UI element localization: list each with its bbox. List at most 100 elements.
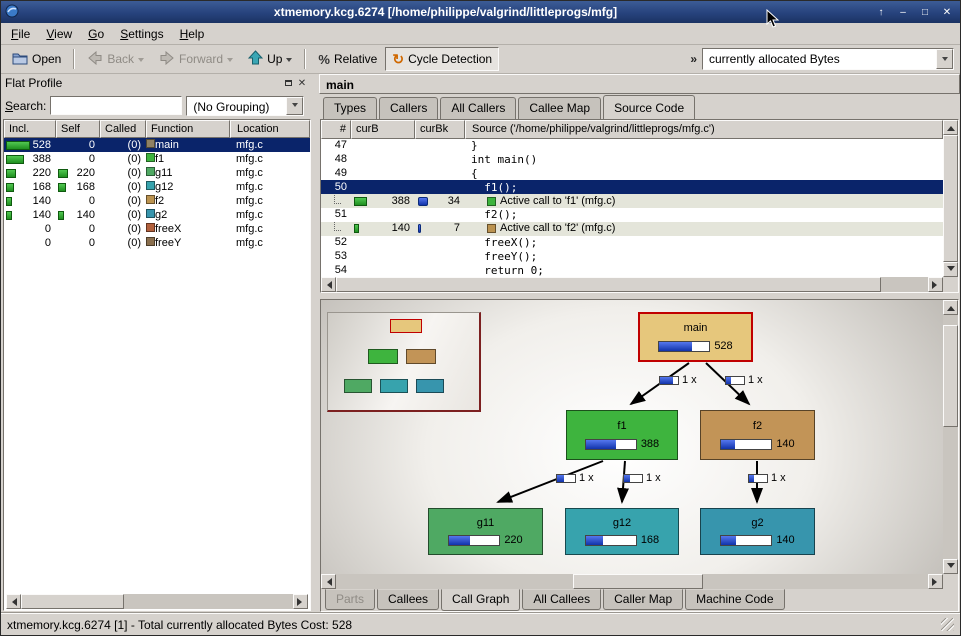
scroll-right-button[interactable] [928,574,943,589]
horizontal-scrollbar[interactable] [6,594,308,609]
column-header-self[interactable]: Self [56,120,100,138]
open-button[interactable]: Open [5,47,68,71]
tab-all-callees[interactable]: All Callees [522,589,601,610]
table-row[interactable]: 388 0 (0) f1 mfg.c [4,152,310,166]
scroll-left-button[interactable] [321,574,336,589]
column-header-line[interactable]: # [321,120,351,139]
grouping-combobox[interactable]: (No Grouping) [186,96,304,116]
vertical-scrollbar[interactable] [943,120,958,277]
shade-button[interactable]: ↑ [872,4,890,20]
graph-node-f2[interactable]: f2 140 [700,410,815,460]
toolbar-overflow-button[interactable]: » [686,52,701,66]
tab-callers[interactable]: Callers [379,97,438,119]
forward-dropdown-icon[interactable] [227,58,233,65]
scroll-down-button[interactable] [943,262,958,277]
tab-parts[interactable]: Parts [325,589,375,610]
event-type-combobox[interactable]: currently allocated Bytes [702,48,954,70]
resize-grip[interactable] [941,618,954,631]
horizontal-scrollbar[interactable] [321,277,958,292]
column-header-called[interactable]: Called [100,120,146,138]
scroll-track[interactable] [943,135,958,262]
table-row[interactable]: 220 220 (0) g11 mfg.c [4,166,310,180]
scroll-track[interactable] [336,277,928,292]
tab-source-code[interactable]: Source Code [603,95,695,119]
graph-node-g12[interactable]: g12 168 [565,508,679,555]
minimize-button[interactable]: – [894,4,912,20]
forward-button[interactable]: Forward [152,47,240,71]
graph-node-main[interactable]: main 528 [638,312,753,362]
menu-settings[interactable]: Settings [112,24,171,44]
call-graph-canvas[interactable]: main 528 f1 388 f2 140 g11 [321,300,943,574]
table-row[interactable]: 140 0 (0) f2 mfg.c [4,194,310,208]
maximize-button[interactable]: □ [916,4,934,20]
scroll-up-button[interactable] [943,120,958,135]
relative-toggle-button[interactable]: % Relative [311,47,384,71]
source-line[interactable]: 54 return 0; [321,263,943,277]
table-row[interactable]: 528 0 (0) main mfg.c [4,138,310,152]
back-button[interactable]: Back [80,47,151,71]
scroll-up-button[interactable] [943,300,958,315]
close-button[interactable]: ✕ [938,4,956,20]
table-row[interactable]: 0 0 (0) freeX mfg.c [4,222,310,236]
source-line[interactable]: 52 freeX(); [321,236,943,250]
scroll-thumb[interactable] [21,594,124,609]
scroll-right-button[interactable] [928,277,943,292]
column-header-source[interactable]: Source ('/home/philippe/valgrind/littlep… [465,120,943,139]
tab-call-graph[interactable]: Call Graph [441,589,520,611]
graph-node-f1[interactable]: f1 388 [566,410,678,460]
table-row[interactable]: 140 140 (0) g2 mfg.c [4,208,310,222]
column-header-location[interactable]: Location [230,120,310,138]
scroll-left-button[interactable] [321,277,336,292]
tab-callee-map[interactable]: Callee Map [518,97,601,119]
up-button[interactable]: Up [241,47,299,71]
column-header-curB[interactable]: curB [351,120,415,139]
graph-overview-map[interactable] [327,312,481,412]
scroll-track[interactable] [943,315,958,559]
tab-types[interactable]: Types [323,97,377,119]
table-row[interactable]: 168 168 (0) g12 mfg.c [4,180,310,194]
scroll-left-button[interactable] [6,594,21,609]
dock-close-button[interactable]: ✕ [295,77,309,90]
node-label: g12 [613,517,631,529]
scroll-track[interactable] [21,594,293,609]
scroll-thumb[interactable] [573,574,703,589]
scroll-thumb[interactable] [943,135,958,262]
tab-caller-map[interactable]: Caller Map [603,589,683,610]
dock-titlebar[interactable]: Flat Profile ✕ [1,74,313,92]
source-line[interactable]: 51 f2(); [321,208,943,222]
menu-go[interactable]: Go [80,24,112,44]
cycle-detection-toggle-button[interactable]: ↻ Cycle Detection [385,47,499,71]
dock-float-button[interactable] [281,77,295,90]
menu-file[interactable]: File [3,24,38,44]
source-line[interactable]: 53 freeY(); [321,249,943,263]
menu-view[interactable]: View [38,24,80,44]
graph-node-g11[interactable]: g11 220 [428,508,543,555]
back-dropdown-icon[interactable] [138,58,144,65]
source-line-selected[interactable]: 50 f1(); [321,180,943,194]
scroll-down-button[interactable] [943,559,958,574]
scroll-track[interactable] [336,574,928,589]
tab-all-callers[interactable]: All Callers [440,97,516,119]
scroll-thumb[interactable] [943,325,958,427]
column-header-curBk[interactable]: curBk [415,120,465,139]
tab-callees[interactable]: Callees [377,589,439,610]
scroll-thumb[interactable] [336,277,881,292]
graph-node-g2[interactable]: g2 140 [700,508,815,555]
vertical-scrollbar[interactable] [943,300,958,574]
scroll-right-button[interactable] [293,594,308,609]
source-line[interactable]: 47} [321,139,943,153]
combobox-arrow-icon[interactable] [286,97,303,115]
horizontal-scrollbar[interactable] [321,574,958,589]
menu-help[interactable]: Help [172,24,213,44]
up-dropdown-icon[interactable] [286,58,292,65]
source-call-line[interactable]: 140 7 Active call to 'f2' (mfg.c) [321,222,943,236]
source-call-line[interactable]: 388 34 Active call to 'f1' (mfg.c) [321,194,943,208]
source-line[interactable]: 48int main() [321,153,943,167]
column-header-function[interactable]: Function [146,120,230,138]
column-header-incl[interactable]: Incl. [4,120,56,138]
tab-machine-code[interactable]: Machine Code [685,589,784,610]
combobox-arrow-icon[interactable] [936,49,953,69]
source-line[interactable]: 49{ [321,167,943,181]
table-row[interactable]: 0 0 (0) freeY mfg.c [4,236,310,250]
search-input[interactable] [50,96,182,115]
